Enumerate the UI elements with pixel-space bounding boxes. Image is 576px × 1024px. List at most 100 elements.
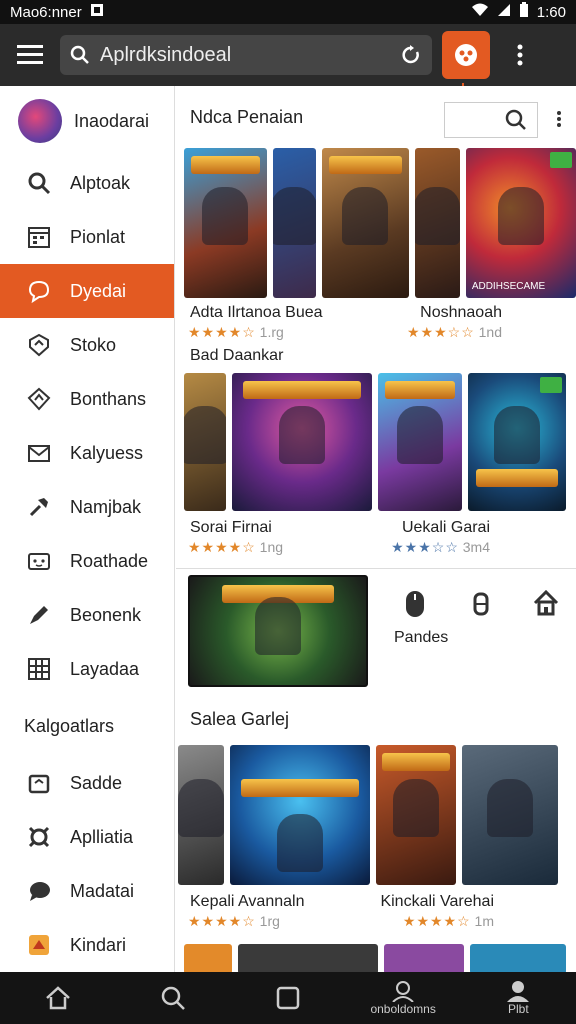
- row-ratings: ★★★★☆ 1rg ★★★★☆ 1m: [176, 911, 576, 930]
- gamepad-icon: [455, 44, 477, 66]
- game-card[interactable]: [232, 373, 372, 511]
- game-card[interactable]: [238, 944, 378, 972]
- game-title[interactable]: Noshnaoah: [420, 304, 502, 322]
- carrier-text: Mao6:nner: [10, 3, 82, 21]
- rating: ★★★☆☆ 1nd: [407, 324, 502, 341]
- home-icon[interactable]: [532, 589, 560, 617]
- avatar: [18, 99, 62, 143]
- game-card[interactable]: [184, 944, 232, 972]
- new-badge: [550, 152, 573, 168]
- profile-header[interactable]: Inaodarai: [0, 86, 174, 156]
- drawer-item-aplliatia[interactable]: Aplliatia: [0, 810, 174, 864]
- game-card[interactable]: [184, 373, 226, 511]
- overflow-menu-button[interactable]: [496, 31, 544, 79]
- square-icon: [276, 986, 300, 1010]
- shield-up-icon: [27, 387, 51, 411]
- game-card[interactable]: ADDIHSECAME: [465, 148, 576, 298]
- rating-count: 1m: [474, 913, 494, 929]
- row-ratings: ★★★★☆ 1.rg ★★★☆☆ 1nd: [176, 322, 576, 341]
- game-card[interactable]: [184, 148, 267, 298]
- drawer-item-kindari[interactable]: Kindari: [0, 918, 174, 972]
- banner-actions: Pandes: [368, 577, 576, 685]
- card-art: [277, 814, 323, 872]
- card-art: [184, 406, 226, 465]
- content-search-button[interactable]: [444, 102, 538, 138]
- game-title[interactable]: Kepali Avannaln: [190, 893, 304, 911]
- game-card[interactable]: [462, 745, 558, 885]
- featured-banner-row: Pandes: [176, 568, 576, 693]
- star-rating: ★★★★☆: [188, 324, 256, 340]
- game-card[interactable]: [178, 745, 224, 885]
- drawer-item-namjbak[interactable]: Namjbak: [0, 480, 174, 534]
- game-card[interactable]: [321, 148, 409, 298]
- game-title[interactable]: Kinckali Varehai: [380, 893, 494, 911]
- game-row: [176, 373, 576, 511]
- bubble-icon: [30, 882, 50, 901]
- banner-label: Pandes: [394, 629, 449, 646]
- card-logo: [384, 381, 456, 399]
- game-card[interactable]: [470, 944, 566, 972]
- person-icon: [392, 981, 414, 1002]
- card-art: [414, 186, 460, 245]
- game-title[interactable]: Uekali Garai: [402, 519, 490, 537]
- game-card[interactable]: [378, 373, 462, 511]
- drawer-item-roathade[interactable]: Roathade: [0, 534, 174, 588]
- game-card[interactable]: [272, 148, 316, 298]
- game-card[interactable]: [230, 745, 370, 885]
- drawer-item-madatai[interactable]: Madatai: [0, 864, 174, 918]
- game-card[interactable]: [384, 944, 464, 972]
- chat-icon: [28, 280, 50, 304]
- card-art: [272, 186, 316, 245]
- wifi-icon: [471, 3, 489, 21]
- row-labels: Adta Ilrtanoa Buea Noshnaoah: [176, 298, 576, 322]
- drawer-item-label: Beonenk: [70, 604, 142, 625]
- rating-count: 3m4: [462, 539, 490, 555]
- nav-library[interactable]: [238, 986, 338, 1010]
- search-icon: [28, 172, 51, 195]
- game-card[interactable]: [376, 745, 456, 885]
- drawer-item-label: Madatai: [70, 880, 135, 901]
- drawer-item-sadde[interactable]: Sadde: [0, 756, 174, 810]
- game-row: [176, 944, 576, 972]
- drawer-item-layadaa[interactable]: Layadaa: [0, 642, 174, 696]
- game-card[interactable]: [468, 373, 566, 511]
- nav-label: Plbt: [508, 1002, 529, 1016]
- drawer-item-stoko[interactable]: Stoko: [0, 318, 174, 372]
- rating: ★★★★☆ 1.rg: [188, 324, 284, 341]
- drawer-item-label: Dyedai: [70, 280, 127, 301]
- game-card[interactable]: [414, 148, 460, 298]
- menu-icon: [17, 45, 43, 64]
- menu-button[interactable]: [0, 24, 60, 86]
- nav-home[interactable]: [8, 986, 108, 1010]
- rating: ★★★★☆ 1rg: [188, 913, 280, 930]
- game-title[interactable]: Adta Ilrtanoa Buea: [190, 304, 323, 322]
- rating: ★★★★☆ 1ng: [188, 539, 283, 556]
- drawer-item-pionlat[interactable]: Pionlat: [0, 210, 174, 264]
- nav-onboarding[interactable]: onboldomns: [353, 980, 453, 1016]
- rating: ★★★☆☆ 3m4: [391, 539, 490, 556]
- game-title[interactable]: Sorai Firnai: [190, 519, 272, 537]
- nav-profile[interactable]: Plbt: [468, 980, 568, 1016]
- drawer-item-label: Stoko: [70, 334, 117, 355]
- drawer-item-bonthans[interactable]: Bonthans: [0, 372, 174, 426]
- featured-banner[interactable]: [188, 575, 368, 687]
- drawer-item-dyedai[interactable]: Dyedai: [0, 264, 174, 318]
- drawer-item-alptoak[interactable]: Alptoak: [0, 156, 174, 210]
- nav-search[interactable]: [123, 985, 223, 1011]
- search-input[interactable]: Aplrdksindoeal: [60, 35, 432, 75]
- mouse-icon[interactable]: [404, 589, 426, 619]
- controller-icon[interactable]: [470, 591, 492, 617]
- refresh-icon[interactable]: [400, 44, 422, 66]
- drawer-item-label: Kalyuess: [70, 442, 144, 463]
- section-title: Ndca Penaian: [190, 106, 304, 127]
- drawer-item-label: Roathade: [70, 550, 149, 571]
- profile-name: Inaodarai: [74, 110, 150, 131]
- drawer-item-label: Bonthans: [70, 388, 147, 409]
- app-toolbar: Aplrdksindoeal: [0, 24, 576, 93]
- more-vertical-icon[interactable]: [556, 110, 562, 128]
- drawer-item-beonenk[interactable]: Beonenk: [0, 588, 174, 642]
- card-logo: [382, 753, 450, 771]
- rating-count: 1nd: [478, 324, 502, 340]
- drawer-item-kalyuess[interactable]: Kalyuess: [0, 426, 174, 480]
- games-button[interactable]: [442, 31, 490, 93]
